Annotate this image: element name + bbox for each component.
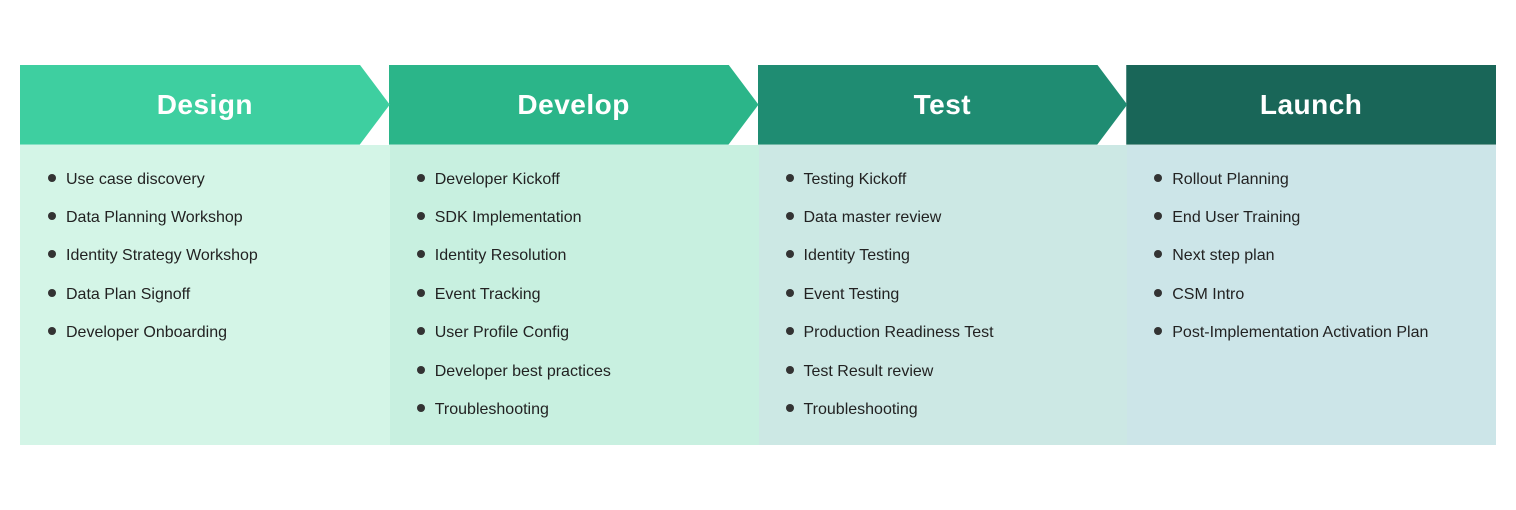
list-item-label: Production Readiness Test <box>804 322 994 344</box>
phase-title-develop: Develop <box>517 89 629 121</box>
list-item-label: Use case discovery <box>66 169 205 191</box>
bullet-icon <box>417 289 425 297</box>
phase-title-launch: Launch <box>1260 89 1363 121</box>
phase-launch: Launch Rollout Planning End User Training N… <box>1126 65 1496 446</box>
phase-test: Test Testing Kickoff Data master review Ide… <box>758 65 1128 446</box>
phase-header-launch: Launch <box>1126 65 1496 145</box>
list-item-label: User Profile Config <box>435 322 569 344</box>
list-item-label: Event Tracking <box>435 284 541 306</box>
list-item-label: Troubleshooting <box>804 399 918 421</box>
list-item-label: Data Planning Workshop <box>66 207 243 229</box>
phase-header-test: Test <box>758 65 1128 145</box>
bullet-icon <box>417 327 425 335</box>
list-item-label: Developer best practices <box>435 361 611 383</box>
bullet-icon <box>417 250 425 258</box>
bullet-icon <box>1154 327 1162 335</box>
bullet-icon <box>786 289 794 297</box>
bullet-icon <box>786 250 794 258</box>
phase-content-design: Use case discovery Data Planning Workshop… <box>20 145 390 446</box>
list-item-label: SDK Implementation <box>435 207 582 229</box>
list-item-label: Developer Onboarding <box>66 322 227 344</box>
bullet-icon <box>1154 289 1162 297</box>
phase-content-launch: Rollout Planning End User Training Next st… <box>1126 145 1496 446</box>
bullet-icon <box>417 212 425 220</box>
phase-title-test: Test <box>914 89 972 121</box>
bullet-icon <box>417 366 425 374</box>
phase-list-develop: Developer Kickoff SDK Implementation Ident… <box>417 169 735 422</box>
list-item: Event Tracking <box>417 284 735 306</box>
list-item: User Profile Config <box>417 322 735 344</box>
list-item: Use case discovery <box>48 169 366 191</box>
list-item: Identity Strategy Workshop <box>48 245 366 267</box>
list-item: CSM Intro <box>1154 284 1472 306</box>
list-item: Developer Kickoff <box>417 169 735 191</box>
list-item-label: Next step plan <box>1172 245 1274 267</box>
list-item-label: Testing Kickoff <box>804 169 907 191</box>
list-item: End User Training <box>1154 207 1472 229</box>
bullet-icon <box>48 327 56 335</box>
list-item: Production Readiness Test <box>786 322 1104 344</box>
list-item: Post-Implementation Activation Plan <box>1154 322 1472 344</box>
bullet-icon <box>48 174 56 182</box>
list-item-label: Post-Implementation Activation Plan <box>1172 322 1428 344</box>
list-item-label: Troubleshooting <box>435 399 549 421</box>
list-item: Event Testing <box>786 284 1104 306</box>
bullet-icon <box>786 212 794 220</box>
bullet-icon <box>786 174 794 182</box>
list-item: Troubleshooting <box>786 399 1104 421</box>
list-item: Identity Resolution <box>417 245 735 267</box>
list-item-label: Identity Strategy Workshop <box>66 245 258 267</box>
phase-list-launch: Rollout Planning End User Training Next st… <box>1154 169 1472 345</box>
bullet-icon <box>417 404 425 412</box>
list-item: Developer best practices <box>417 361 735 383</box>
list-item-label: Data Plan Signoff <box>66 284 190 306</box>
bullet-icon <box>1154 174 1162 182</box>
list-item: Identity Testing <box>786 245 1104 267</box>
phase-design: Design Use case discovery Data Planning Wo… <box>20 65 390 446</box>
list-item: Next step plan <box>1154 245 1472 267</box>
list-item-label: Data master review <box>804 207 942 229</box>
list-item-label: CSM Intro <box>1172 284 1244 306</box>
bullet-icon <box>1154 212 1162 220</box>
list-item-label: Identity Resolution <box>435 245 567 267</box>
phase-content-test: Testing Kickoff Data master review Identit… <box>758 145 1128 446</box>
list-item: Data Plan Signoff <box>48 284 366 306</box>
phase-content-develop: Developer Kickoff SDK Implementation Ident… <box>389 145 759 446</box>
list-item: Data master review <box>786 207 1104 229</box>
bullet-icon <box>48 289 56 297</box>
phase-list-design: Use case discovery Data Planning Workshop… <box>48 169 366 345</box>
list-item: Developer Onboarding <box>48 322 366 344</box>
bullet-icon <box>417 174 425 182</box>
phase-list-test: Testing Kickoff Data master review Identit… <box>786 169 1104 422</box>
phase-header-develop: Develop <box>389 65 759 145</box>
phase-develop: Develop Developer Kickoff SDK Implementati… <box>389 65 759 446</box>
list-item-label: Test Result review <box>804 361 934 383</box>
list-item-label: End User Training <box>1172 207 1300 229</box>
bullet-icon <box>48 250 56 258</box>
list-item: Rollout Planning <box>1154 169 1472 191</box>
list-item-label: Developer Kickoff <box>435 169 560 191</box>
list-item: SDK Implementation <box>417 207 735 229</box>
pipeline-container: Design Use case discovery Data Planning Wo… <box>20 65 1496 446</box>
bullet-icon <box>786 404 794 412</box>
bullet-icon <box>786 366 794 374</box>
list-item: Testing Kickoff <box>786 169 1104 191</box>
bullet-icon <box>1154 250 1162 258</box>
list-item-label: Identity Testing <box>804 245 910 267</box>
list-item-label: Event Testing <box>804 284 900 306</box>
list-item: Data Planning Workshop <box>48 207 366 229</box>
list-item: Troubleshooting <box>417 399 735 421</box>
bullet-icon <box>48 212 56 220</box>
list-item: Test Result review <box>786 361 1104 383</box>
phase-title-design: Design <box>157 89 253 121</box>
bullet-icon <box>786 327 794 335</box>
phase-header-design: Design <box>20 65 390 145</box>
list-item-label: Rollout Planning <box>1172 169 1289 191</box>
